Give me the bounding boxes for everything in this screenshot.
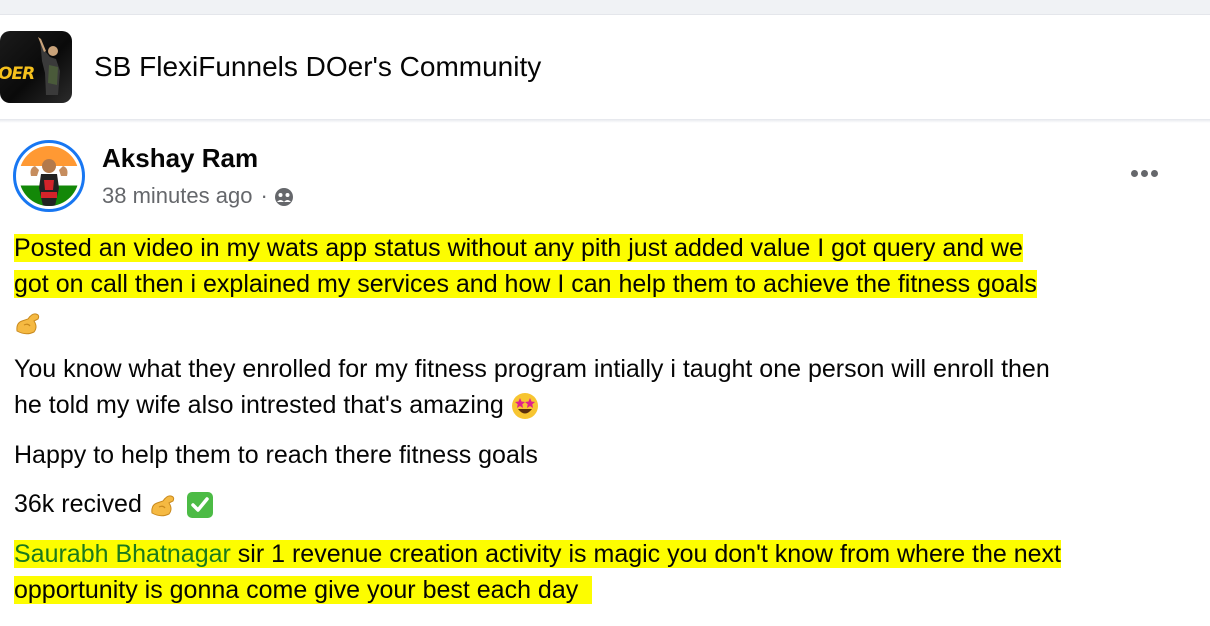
check-mark-button-icon [186,492,213,519]
author-avatar-photo [19,146,79,206]
post-paragraph-2-line-1: You know what they enrolled for my fitne… [14,355,1050,383]
post-paragraph-3: Happy to help them to reach there fitnes… [14,441,538,469]
group-icon [274,188,293,206]
top-strip [0,0,1210,15]
more-options-icon-dot [1140,169,1148,177]
meta-separator: · [260,183,268,208]
highlighted-text: got on call then i explained my services… [14,270,1037,298]
post-paragraph-5-line-1: Saurabh Bhatnagar sir 1 revenue creation… [14,536,1061,572]
paragraph-text: he told my wife also intrested that's am… [14,391,504,419]
group-header: OER SB FlexiFunnels DOer's Community [0,15,1210,119]
highlighted-text: sir 1 revenue creation activity is magic… [230,540,1061,568]
highlighted-text: Posted an video in my wats app status wi… [14,234,1023,262]
author-name[interactable]: Akshay Ram [102,143,258,174]
author-photo-icon [30,159,68,206]
more-options-icon-dot [1150,169,1158,177]
post-paragraph-2-line-2: he told my wife also intrested that's am… [14,387,539,423]
flexed-biceps-icon [16,313,40,335]
post-timestamp[interactable]: 38 minutes ago [102,183,252,209]
group-avatar-figure [38,37,60,95]
post-paragraph-1-line-3 [14,304,44,340]
post-paragraph-5-line-2: opportunity is gonna come give your best… [14,572,593,608]
post-card: Akshay Ram 38 minutes ago · Posted an vi… [0,123,1210,626]
group-avatar-text: OER [0,64,35,84]
more-options-button[interactable] [1124,153,1164,193]
group-title[interactable]: SB FlexiFunnels DOer's Community [94,51,541,83]
flexed-biceps-icon [151,495,174,517]
star-struck-icon [511,393,538,420]
post-paragraph-1-line-1: Posted an video in my wats app status wi… [14,230,1023,266]
post-paragraph-4: 36k recived [14,486,214,522]
paragraph-text: 36k recived [14,490,142,518]
more-options-icon [1130,169,1138,177]
post-paragraph-1-line-2: got on call then i explained my services… [14,266,1037,302]
author-avatar[interactable] [13,140,85,212]
mention-link[interactable]: Saurabh Bhatnagar [14,540,231,568]
post-meta: 38 minutes ago · [102,183,294,209]
group-avatar[interactable]: OER [0,31,72,103]
highlighted-text: opportunity is gonna come give your best… [14,576,593,604]
